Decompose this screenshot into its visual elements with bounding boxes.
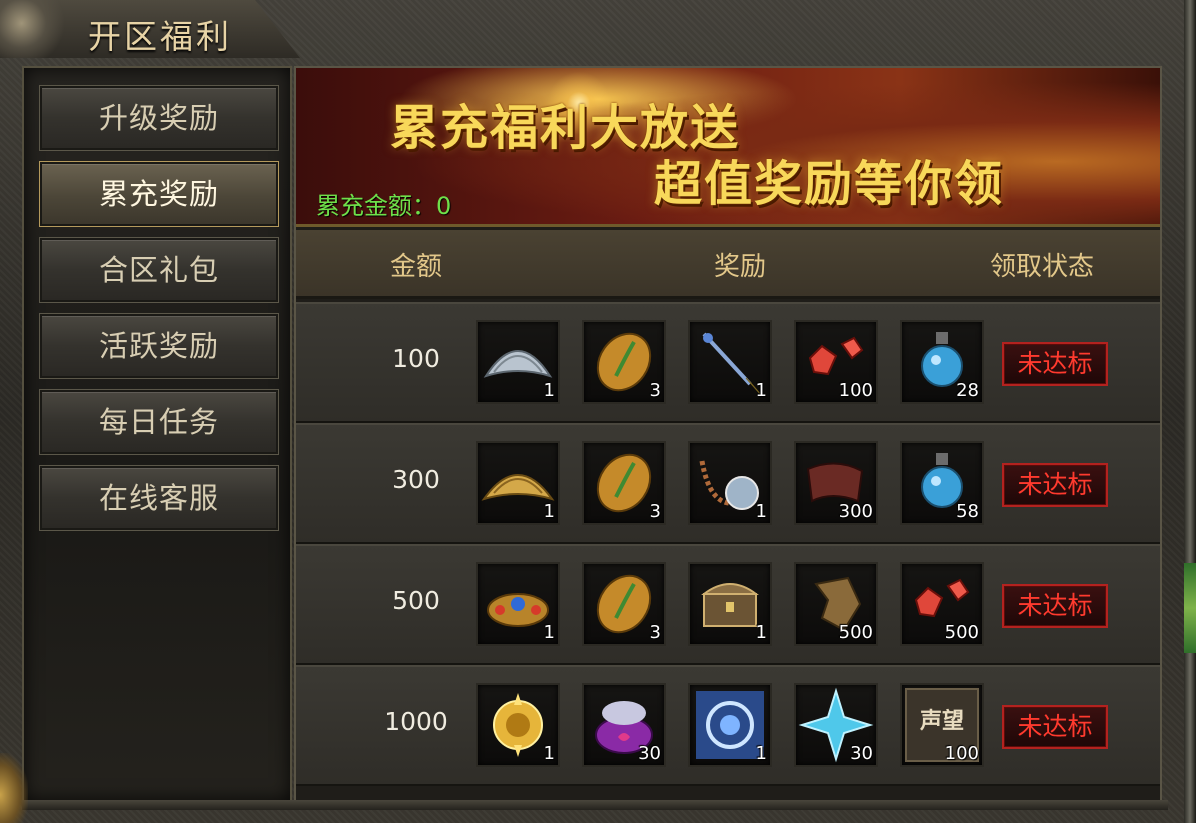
- reward-item-slot[interactable]: 30: [582, 683, 666, 767]
- sidebar-item-merge-gift[interactable]: 合区礼包: [39, 237, 279, 303]
- item-quantity: 30: [638, 743, 661, 764]
- item-quantity: 1: [543, 380, 555, 401]
- sidebar: 升级奖励 累充奖励 合区礼包 活跃奖励 每日任务 在线客服: [22, 66, 292, 802]
- item-quantity: 1: [755, 622, 767, 643]
- sidebar-item-recharge-reward[interactable]: 累充奖励: [39, 161, 279, 227]
- reward-item-slot[interactable]: 500: [900, 562, 984, 646]
- item-quantity: 28: [956, 380, 979, 401]
- item-quantity: 30: [850, 743, 873, 764]
- reward-item-slot[interactable]: 1: [476, 562, 560, 646]
- claim-status-button[interactable]: 未达标: [1002, 584, 1108, 628]
- main-panel: 累充福利大放送 超值奖励等你领 累充金额：0 金额 奖励 领取状态 100 1 3 1…: [294, 66, 1162, 802]
- header-status: 领取状态: [990, 252, 1095, 282]
- reward-item-slot[interactable]: 58: [900, 441, 984, 525]
- reward-item-slot[interactable]: 1: [688, 320, 772, 404]
- item-quantity: 300: [838, 501, 873, 522]
- item-quantity: 1: [543, 501, 555, 522]
- banner-headline-2: 超值奖励等你领: [654, 156, 1005, 212]
- table-header: 金额 奖励 领取状态: [296, 230, 1160, 299]
- edge-accent: [1184, 563, 1196, 653]
- reward-item-slot[interactable]: 1: [688, 441, 772, 525]
- item-quantity: 500: [838, 622, 873, 643]
- item-quantity: 1: [755, 743, 767, 764]
- reward-item-slot[interactable]: 1: [476, 320, 560, 404]
- reward-item-slot[interactable]: 30: [794, 683, 878, 767]
- sidebar-item-daily-tasks[interactable]: 每日任务: [39, 389, 279, 455]
- reward-row: 500 1 3 1 500 500 未达标: [296, 544, 1160, 665]
- item-quantity: 1: [543, 622, 555, 643]
- reward-amount: 1000: [384, 707, 448, 736]
- item-quantity: 3: [649, 622, 661, 643]
- reward-amount: 100: [392, 344, 440, 373]
- header-amount: 金额: [390, 252, 443, 282]
- corner-ornament-icon: [0, 753, 28, 823]
- right-edge: [1184, 0, 1196, 823]
- sidebar-item-activity-reward[interactable]: 活跃奖励: [39, 313, 279, 379]
- claim-status-button[interactable]: 未达标: [1002, 705, 1108, 749]
- claim-status-button[interactable]: 未达标: [1002, 342, 1108, 386]
- item-quantity: 1: [755, 380, 767, 401]
- reward-amount: 500: [392, 586, 440, 615]
- title-tab: 开区福利: [0, 0, 300, 58]
- claim-status-button[interactable]: 未达标: [1002, 463, 1108, 507]
- dragon-ornament-icon: [0, 0, 72, 58]
- reward-item-slot[interactable]: 3: [582, 320, 666, 404]
- reward-row: 100 1 3 1 100 28 未达标: [296, 302, 1160, 423]
- item-quantity: 500: [944, 622, 979, 643]
- reward-item-slot[interactable]: 1: [476, 683, 560, 767]
- bottom-border: [22, 800, 1168, 810]
- reward-row: 1000 1 30 1 30 声望 100 未达标: [296, 665, 1160, 786]
- reward-item-slot[interactable]: 100: [794, 320, 878, 404]
- reward-item-slot[interactable]: 3: [582, 562, 666, 646]
- reward-row: 300 1 3 1 300 58 未达标: [296, 423, 1160, 544]
- item-quantity: 100: [944, 743, 979, 764]
- item-quantity: 1: [543, 743, 555, 764]
- item-quantity: 1: [755, 501, 767, 522]
- window-title: 开区福利: [88, 17, 232, 56]
- window-frame: 开区福利 升级奖励 累充奖励 合区礼包 活跃奖励 每日任务 在线客服 累充福利大…: [0, 0, 1196, 823]
- reward-item-slot[interactable]: 3: [582, 441, 666, 525]
- item-quantity: 100: [838, 380, 873, 401]
- reward-item-slot[interactable]: 1: [688, 562, 772, 646]
- reward-item-slot[interactable]: 声望 100: [900, 683, 984, 767]
- item-label: 声望: [919, 709, 964, 734]
- header-reward: 奖励: [714, 252, 767, 282]
- reward-item-slot[interactable]: 1: [476, 441, 560, 525]
- reward-item-slot[interactable]: 1: [688, 683, 772, 767]
- item-quantity: 58: [956, 501, 979, 522]
- reward-item-slot[interactable]: 28: [900, 320, 984, 404]
- reward-item-slot[interactable]: 500: [794, 562, 878, 646]
- item-quantity: 3: [649, 380, 661, 401]
- sidebar-item-online-support[interactable]: 在线客服: [39, 465, 279, 531]
- item-quantity: 3: [649, 501, 661, 522]
- reward-item-slot[interactable]: 300: [794, 441, 878, 525]
- recharge-amount: 累充金额：0: [316, 192, 452, 220]
- reward-amount: 300: [392, 465, 440, 494]
- sidebar-item-level-reward[interactable]: 升级奖励: [39, 85, 279, 151]
- promo-banner: 累充福利大放送 超值奖励等你领 累充金额：0: [296, 68, 1160, 227]
